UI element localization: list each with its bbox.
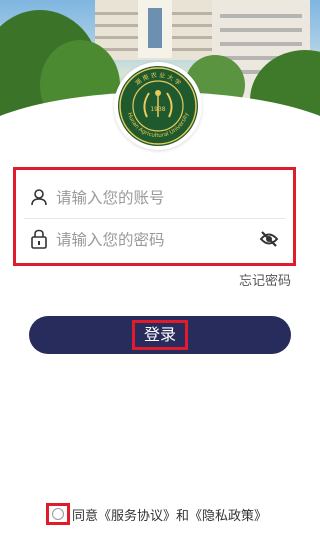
service-agreement-link[interactable]: 《服务协议》 xyxy=(98,505,176,524)
agreement-prefix: 同意 xyxy=(72,508,99,524)
university-emblem: 1938 Hunan Agricultural University 湖 南 农… xyxy=(114,62,202,150)
password-field[interactable]: 请输入您的密码 xyxy=(16,219,293,259)
agreement-row: 同意 《服务协议》 和 《隐私政策》 xyxy=(46,503,267,525)
login-button[interactable]: 登录 xyxy=(29,316,291,354)
password-input[interactable]: 请输入您的密码 xyxy=(56,228,257,250)
login-button-label: 登录 xyxy=(131,320,188,350)
forgot-password-link[interactable]: 忘记密码 xyxy=(239,270,291,289)
user-icon xyxy=(28,186,50,208)
agreement-and: 和 xyxy=(176,508,190,524)
emblem-icon: 1938 Hunan Agricultural University 湖 南 农… xyxy=(118,66,198,146)
building-center xyxy=(138,0,172,58)
login-form: 请输入您的账号 请输入您的密码 xyxy=(13,167,296,266)
privacy-policy-link[interactable]: 《隐私政策》 xyxy=(189,505,267,524)
radio-circle-icon xyxy=(52,508,64,520)
lock-icon xyxy=(28,228,50,250)
account-field[interactable]: 请输入您的账号 xyxy=(16,177,293,217)
emblem-year: 1938 xyxy=(150,106,165,113)
agree-checkbox[interactable] xyxy=(46,503,70,525)
account-input[interactable]: 请输入您的账号 xyxy=(56,186,293,208)
eye-off-icon[interactable] xyxy=(257,227,281,251)
